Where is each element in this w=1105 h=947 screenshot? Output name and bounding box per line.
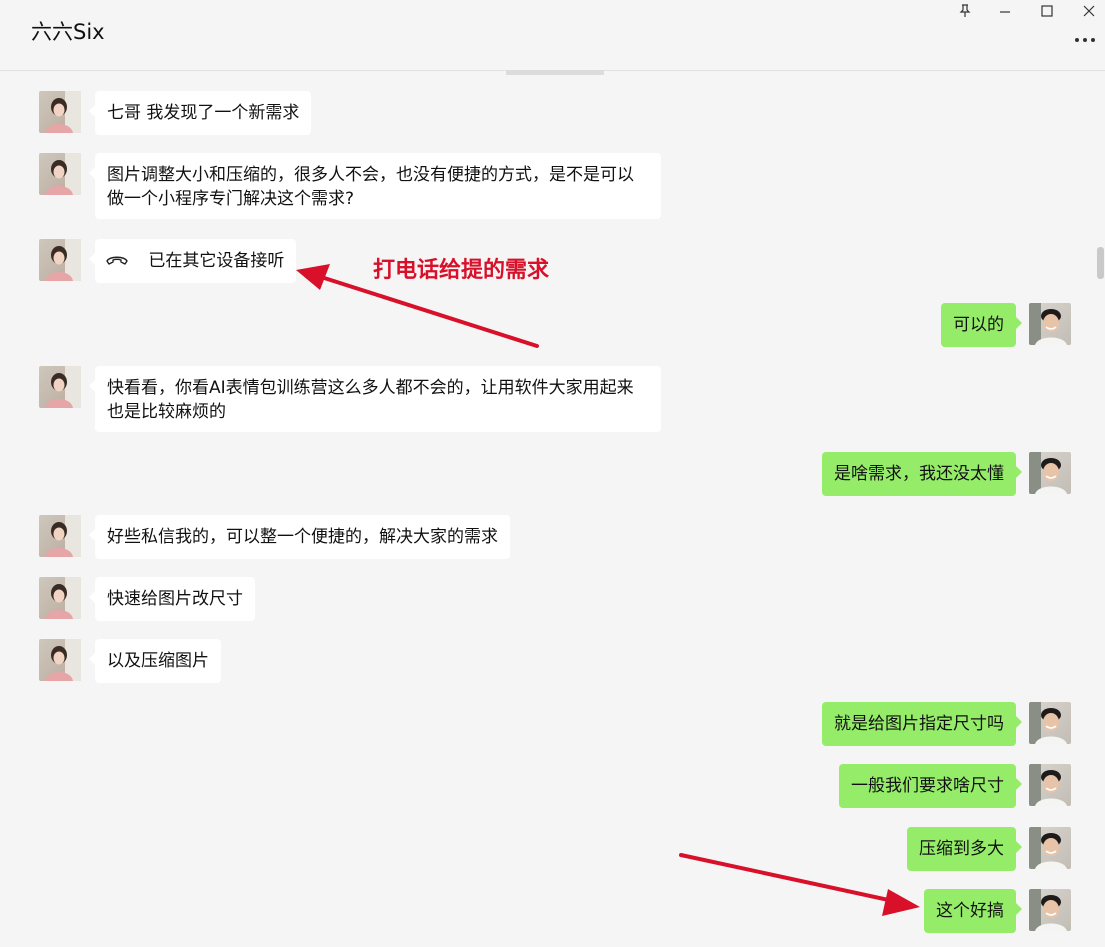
self-avatar[interactable] xyxy=(1029,889,1071,931)
message-bubble-incoming[interactable]: 以及压缩图片 xyxy=(89,639,221,683)
scrollbar[interactable] xyxy=(1097,247,1104,279)
message-text: 快速给图片改尺寸 xyxy=(107,589,243,609)
message-text: 已在其它设备接听 xyxy=(148,251,285,271)
self-avatar[interactable] xyxy=(1029,827,1071,869)
more-icon[interactable] xyxy=(1073,32,1097,48)
title-bar: 六六Six xyxy=(0,0,1105,71)
minimize-icon[interactable] xyxy=(991,0,1019,22)
message-text: 一般我们要求啥尺寸 xyxy=(851,776,1004,796)
message-bubble-incoming[interactable]: 快速给图片改尺寸 xyxy=(89,577,255,621)
chat-title: 六六Six xyxy=(31,20,105,44)
message-text: 快看看，你看AI表情包训练营这么多人都不会的，让用软件大家用起来 xyxy=(107,378,634,398)
message-text: 压缩到多大 xyxy=(919,839,1004,859)
self-avatar[interactable] xyxy=(1029,764,1071,806)
message-text: 好些私信我的，可以整一个便捷的，解决大家的需求 xyxy=(107,527,498,547)
chat-window: 六六Six 七哥 我发现了一个新需求 图片调整大小和压缩的，很多人不会，也没有便… xyxy=(0,0,1105,947)
message-bubble-outgoing[interactable]: 可以的 xyxy=(941,303,1022,347)
self-avatar[interactable] xyxy=(1029,303,1071,345)
contact-avatar[interactable] xyxy=(39,91,81,133)
message-bubble-outgoing[interactable]: 压缩到多大 xyxy=(907,827,1022,871)
self-avatar[interactable] xyxy=(1029,452,1071,494)
contact-avatar[interactable] xyxy=(39,366,81,408)
phone-hangup-icon xyxy=(105,249,131,273)
message-bubble-outgoing[interactable]: 是啥需求，我还没太懂 xyxy=(822,452,1022,496)
message-bubble-incoming[interactable]: 快看看，你看AI表情包训练营这么多人都不会的，让用软件大家用起来 也是比较麻烦的 xyxy=(89,366,661,432)
message-text: 图片调整大小和压缩的，很多人不会，也没有便捷的方式，是不是可以 xyxy=(107,165,634,185)
maximize-icon[interactable] xyxy=(1033,0,1061,22)
message-text: 以及压缩图片 xyxy=(107,651,209,671)
message-bubble-incoming[interactable]: 图片调整大小和压缩的，很多人不会，也没有便捷的方式，是不是可以 做一个小程序专门… xyxy=(89,153,661,219)
contact-avatar[interactable] xyxy=(39,515,81,557)
self-avatar[interactable] xyxy=(1029,702,1071,744)
arrow-icon xyxy=(679,853,920,916)
contact-avatar[interactable] xyxy=(39,153,81,195)
message-text: 这个好搞 xyxy=(936,901,1004,921)
contact-avatar[interactable] xyxy=(39,239,81,281)
message-text: 也是比较麻烦的 xyxy=(107,402,226,422)
message-text: 七哥 我发现了一个新需求 xyxy=(107,103,300,123)
load-more-indicator[interactable] xyxy=(506,70,604,75)
pin-icon[interactable] xyxy=(951,0,979,22)
annotation-label: 打电话给提的需求 xyxy=(373,258,550,283)
message-bubble-outgoing[interactable]: 就是给图片指定尺寸吗 xyxy=(822,702,1022,746)
message-text: 就是给图片指定尺寸吗 xyxy=(834,714,1004,734)
message-bubble-incoming[interactable]: 七哥 我发现了一个新需求 xyxy=(88,91,312,135)
message-bubble-outgoing[interactable]: 这个好搞 xyxy=(924,889,1022,933)
message-text: 可以的 xyxy=(953,315,1004,335)
message-text: 是啥需求，我还没太懂 xyxy=(834,464,1004,484)
close-icon[interactable] xyxy=(1075,0,1103,22)
contact-avatar[interactable] xyxy=(39,639,81,681)
call-record-bubble[interactable]: 已在其它设备接听 xyxy=(88,239,297,283)
message-text: 做一个小程序专门解决这个需求? xyxy=(107,189,355,209)
contact-avatar[interactable] xyxy=(39,577,81,619)
message-bubble-incoming[interactable]: 好些私信我的，可以整一个便捷的，解决大家的需求 xyxy=(89,515,510,559)
message-bubble-outgoing[interactable]: 一般我们要求啥尺寸 xyxy=(839,764,1022,808)
